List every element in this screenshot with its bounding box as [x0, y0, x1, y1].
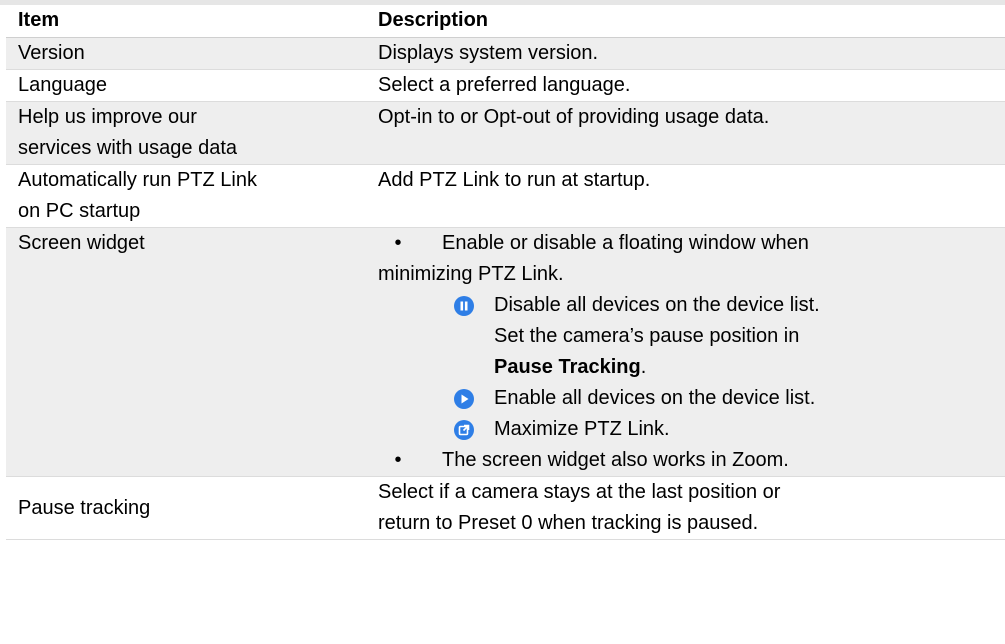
pause-tracking-bold: Pause Tracking [494, 356, 641, 378]
table-header-row: Item Description [6, 5, 1005, 38]
table-row: Language Select a preferred language. [6, 70, 1005, 102]
pause-continuation: Set the camera’s pause position in [494, 325, 800, 347]
description-cell: Select if a camera stays at the last pos… [366, 477, 1005, 540]
item-cell: Pause tracking [18, 496, 151, 519]
table-row: Pause tracking Select if a camera stays … [6, 477, 1005, 540]
bullet-text: The screen widget also works in Zoom. [442, 449, 789, 471]
maximize-line: Maximize PTZ Link. [378, 414, 1005, 445]
bullet-text: Enable or disable a floating window when [442, 232, 809, 254]
table-row: Screen widget • Enable or disable a floa… [6, 227, 1005, 477]
maximize-icon [454, 420, 474, 440]
pause-icon [454, 296, 474, 316]
description-cell: Add PTZ Link to run at startup. [378, 169, 651, 191]
item-line: services with usage data [18, 137, 238, 159]
period: . [640, 356, 647, 378]
bullet-dot: • [394, 232, 402, 254]
item-line: Automatically run PTZ Link [18, 169, 257, 191]
document-page: Item Description Version Displays system… [0, 0, 1005, 644]
item-cell: Screen widget [18, 232, 145, 254]
play-text: Enable all devices on the device list. [494, 387, 816, 409]
play-icon [454, 389, 474, 409]
item-cell: Automatically run PTZ Link on PC startup [6, 165, 366, 228]
maximize-text: Maximize PTZ Link. [494, 418, 670, 440]
pause-tracking-line: Pause Tracking. [378, 352, 1005, 383]
item-line: on PC startup [18, 200, 141, 222]
bullet-continuation: minimizing PTZ Link. [378, 263, 564, 285]
play-line: Enable all devices on the device list. [378, 383, 1005, 414]
item-cell: Version [18, 42, 85, 64]
header-description: Description [378, 9, 489, 31]
description-cell: Select a preferred language. [378, 74, 631, 96]
description-line: Select if a camera stays at the last pos… [378, 481, 781, 503]
description-cell: Opt-in to or Opt-out of providing usage … [378, 106, 770, 128]
item-cell: Help us improve our services with usage … [6, 102, 366, 165]
description-line: return to Preset 0 when tracking is paus… [378, 512, 759, 534]
bullet-dot: • [394, 449, 402, 471]
settings-table: Item Description Version Displays system… [6, 5, 1005, 540]
item-cell: Language [18, 74, 107, 96]
item-line: Help us improve our [18, 106, 197, 128]
bullet-item: • Enable or disable a floating window wh… [378, 228, 1005, 259]
table-row: Version Displays system version. [6, 37, 1005, 70]
pause-text: Disable all devices on the device list. [494, 294, 820, 316]
bullet-item: • The screen widget also works in Zoom. [378, 445, 1005, 476]
description-cell: Displays system version. [378, 42, 599, 64]
table-row: Automatically run PTZ Link on PC startup… [6, 165, 1005, 228]
header-item: Item [18, 9, 60, 31]
description-cell: • Enable or disable a floating window wh… [366, 228, 1005, 477]
table-row: Help us improve our services with usage … [6, 101, 1005, 165]
pause-line: Disable all devices on the device list. [378, 290, 1005, 321]
